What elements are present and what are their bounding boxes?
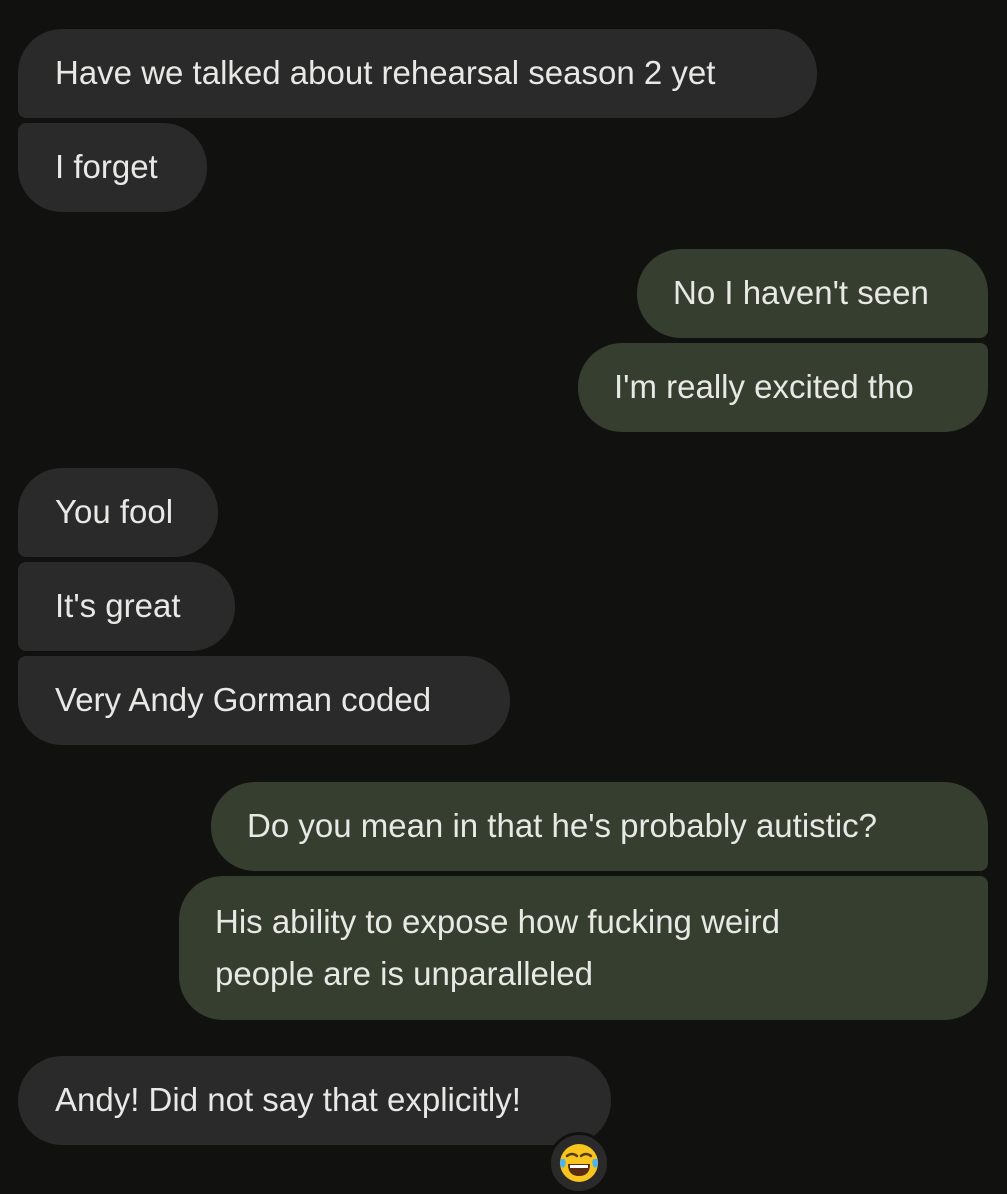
message-text: It's great xyxy=(55,587,181,624)
message-text: Have we talked about rehearsal season 2 … xyxy=(55,54,716,91)
message-bubble-incoming[interactable]: Have we talked about rehearsal season 2 … xyxy=(18,29,817,118)
message-text: Do you mean in that he's probably autist… xyxy=(247,807,877,844)
message-bubble-incoming[interactable]: Andy! Did not say that explicitly! xyxy=(18,1056,611,1145)
message-text: No I haven't seen xyxy=(673,274,929,311)
message-bubble-incoming[interactable]: I forget xyxy=(18,123,207,212)
message-text: I'm really excited tho xyxy=(614,368,914,405)
message-bubble-outgoing[interactable]: No I haven't seen xyxy=(637,249,988,338)
message-bubble-incoming[interactable]: Very Andy Gorman coded xyxy=(18,656,510,745)
message-bubble-outgoing[interactable]: I'm really excited tho xyxy=(578,343,988,432)
face-with-tears-of-joy-icon xyxy=(557,1141,601,1185)
message-bubble-incoming[interactable]: It's great xyxy=(18,562,235,651)
message-text: I forget xyxy=(55,148,158,185)
message-text: His ability to expose how fucking weird … xyxy=(215,903,780,992)
message-bubble-outgoing[interactable]: Do you mean in that he's probably autist… xyxy=(211,782,988,871)
message-text: You fool xyxy=(55,493,174,530)
message-bubble-outgoing[interactable]: His ability to expose how fucking weird … xyxy=(179,876,988,1020)
message-text: Andy! Did not say that explicitly! xyxy=(55,1081,521,1118)
message-bubble-incoming[interactable]: You fool xyxy=(18,468,218,557)
message-text: Very Andy Gorman coded xyxy=(55,681,432,718)
